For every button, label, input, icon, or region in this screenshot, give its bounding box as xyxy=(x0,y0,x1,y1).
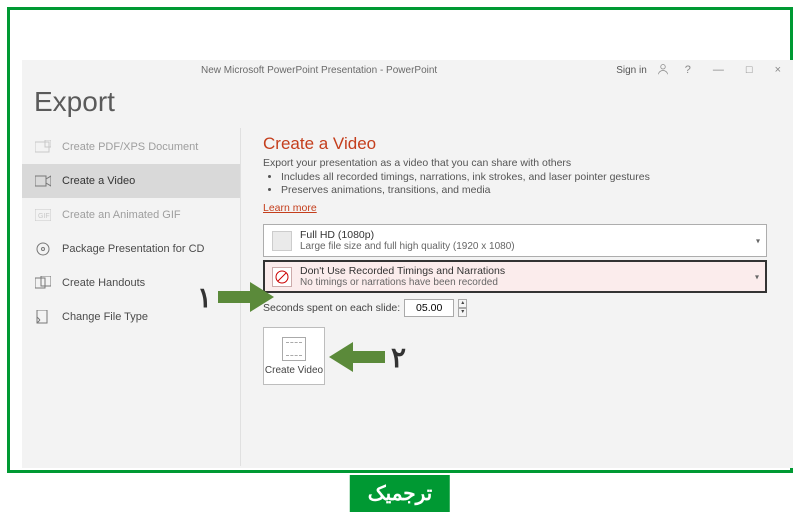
sidebar-item-label: Create Handouts xyxy=(62,277,145,289)
quality-line2: Large file size and full high quality (1… xyxy=(300,241,515,252)
sidebar-item-label: Create PDF/XPS Document xyxy=(62,141,198,153)
monitor-icon xyxy=(272,231,292,251)
pane-heading: Create a Video xyxy=(263,134,767,154)
film-icon xyxy=(282,337,306,361)
seconds-per-slide-row: Seconds spent on each slide: ▴ ▾ xyxy=(263,299,767,317)
sidebar-item-package-cd[interactable]: Package Presentation for CD xyxy=(22,232,240,266)
sidebar-item-label: Create an Animated GIF xyxy=(62,209,181,221)
titlebar-right: Sign in ? — □ × xyxy=(616,63,787,78)
close-button[interactable]: × xyxy=(769,64,787,76)
page-title: Export xyxy=(22,80,793,128)
handouts-icon xyxy=(34,275,52,291)
timings-line1: Don't Use Recorded Timings and Narration… xyxy=(300,265,505,277)
annotation-arrow-2: ٢ xyxy=(329,340,412,374)
options-icon[interactable]: ? xyxy=(679,64,697,76)
screenshot-frame: New Microsoft PowerPoint Presentation - … xyxy=(7,7,793,473)
annotation-number-1: ١ xyxy=(197,281,212,314)
export-pane: Create a Video Export your presentation … xyxy=(240,128,793,466)
seconds-spinner[interactable]: ▴ ▾ xyxy=(458,299,467,317)
pdf-xps-icon xyxy=(34,139,52,155)
annotation-arrow-1: ١ xyxy=(191,280,274,314)
brand-badge: ترجمیک xyxy=(350,475,450,512)
video-icon xyxy=(34,173,52,189)
sidebar-item-label: Change File Type xyxy=(62,311,148,323)
arrow-left-icon xyxy=(329,340,385,374)
timings-line2: No timings or narrations have been recor… xyxy=(300,277,505,288)
seconds-label: Seconds spent on each slide: xyxy=(263,302,400,314)
sidebar-item-label: Package Presentation for CD xyxy=(62,243,204,255)
video-quality-dropdown[interactable]: Full HD (1080p) Large file size and full… xyxy=(263,224,767,257)
sidebar-item-animated-gif[interactable]: GIF Create an Animated GIF xyxy=(22,198,240,232)
quality-line1: Full HD (1080p) xyxy=(300,229,515,241)
svg-text:GIF: GIF xyxy=(38,213,50,220)
create-video-button-label: Create Video xyxy=(265,365,323,376)
account-icon[interactable] xyxy=(657,63,669,78)
sidebar-item-create-video[interactable]: Create a Video xyxy=(22,164,240,198)
sidebar-item-pdf-xps[interactable]: Create PDF/XPS Document xyxy=(22,130,240,164)
feature-item: Includes all recorded timings, narration… xyxy=(281,171,767,183)
document-title: New Microsoft PowerPoint Presentation - … xyxy=(22,65,616,76)
chevron-down-icon: ▾ xyxy=(755,272,759,281)
seconds-input[interactable] xyxy=(404,299,454,317)
sidebar-item-label: Create a Video xyxy=(62,175,135,187)
no-timings-icon xyxy=(272,267,292,287)
feature-item: Preserves animations, transitions, and m… xyxy=(281,184,767,196)
powerpoint-window: New Microsoft PowerPoint Presentation - … xyxy=(22,60,793,468)
learn-more-link[interactable]: Learn more xyxy=(263,202,317,214)
titlebar: New Microsoft PowerPoint Presentation - … xyxy=(22,60,793,80)
signin-link[interactable]: Sign in xyxy=(616,65,647,76)
spinner-down-icon[interactable]: ▾ xyxy=(458,308,467,317)
export-body: Create PDF/XPS Document Create a Video G… xyxy=(22,128,793,466)
gif-icon: GIF xyxy=(34,207,52,223)
arrow-right-icon xyxy=(218,280,274,314)
timings-dropdown[interactable]: Don't Use Recorded Timings and Narration… xyxy=(263,260,767,293)
feature-list: Includes all recorded timings, narration… xyxy=(281,171,767,196)
create-video-button[interactable]: Create Video xyxy=(263,327,325,385)
spinner-up-icon[interactable]: ▴ xyxy=(458,299,467,308)
pane-subtitle: Export your presentation as a video that… xyxy=(263,157,767,169)
change-file-type-icon xyxy=(34,309,52,325)
annotation-number-2: ٢ xyxy=(391,341,406,374)
minimize-button[interactable]: — xyxy=(707,64,730,76)
cd-icon xyxy=(34,241,52,257)
maximize-button[interactable]: □ xyxy=(740,64,759,76)
chevron-down-icon: ▾ xyxy=(756,236,760,245)
